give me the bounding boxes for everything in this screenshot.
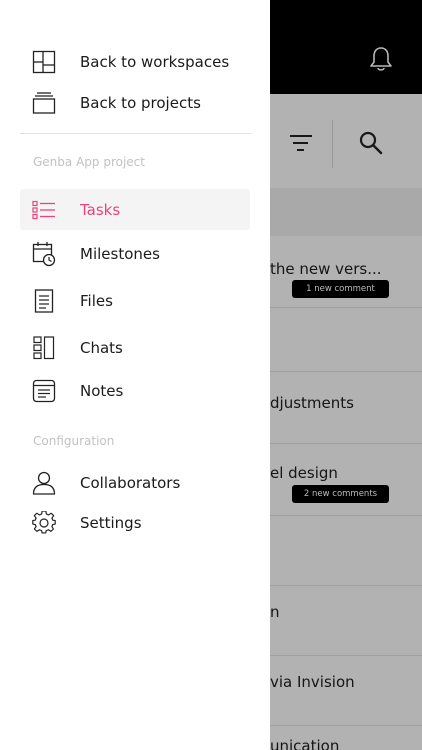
back-to-workspaces-item[interactable]: Back to workspaces <box>20 42 250 82</box>
sidebar-item-files[interactable]: Files <box>20 281 250 321</box>
sidebar-item-settings[interactable]: Settings <box>20 503 250 543</box>
back-to-projects-label: Back to projects <box>80 94 201 112</box>
sidebar-item-notes[interactable]: Notes <box>20 371 250 411</box>
chats-icon <box>32 335 56 361</box>
files-icon <box>32 288 56 314</box>
milestones-icon <box>32 241 56 267</box>
sidebar-item-collaborators[interactable]: Collaborators <box>20 463 250 503</box>
collaborators-icon <box>32 470 56 496</box>
sidebar-item-milestones[interactable]: Milestones <box>20 234 250 274</box>
drawer-divider <box>20 133 251 134</box>
sidebar-item-label: Files <box>80 292 113 310</box>
projects-icon <box>32 90 56 116</box>
navigation-drawer: Back to workspaces Back to projects Genb… <box>0 0 270 750</box>
notes-icon <box>32 378 56 404</box>
back-to-projects-item[interactable]: Back to projects <box>20 83 250 123</box>
sidebar-item-label: Notes <box>80 382 124 400</box>
tasks-icon <box>32 197 56 223</box>
sidebar-item-label: Settings <box>80 514 142 532</box>
sidebar-item-label: Chats <box>80 339 123 357</box>
settings-icon <box>32 510 56 536</box>
sidebar-item-label: Collaborators <box>80 474 181 492</box>
sidebar-item-label: Milestones <box>80 245 160 263</box>
sidebar-item-tasks[interactable]: Tasks <box>20 189 250 230</box>
sidebar-item-chats[interactable]: Chats <box>20 328 250 368</box>
project-section-label: Genba App project <box>33 155 145 169</box>
configuration-section-label: Configuration <box>33 434 115 448</box>
back-to-workspaces-label: Back to workspaces <box>80 53 230 71</box>
workspaces-icon <box>32 49 56 75</box>
sidebar-item-label: Tasks <box>80 200 121 219</box>
